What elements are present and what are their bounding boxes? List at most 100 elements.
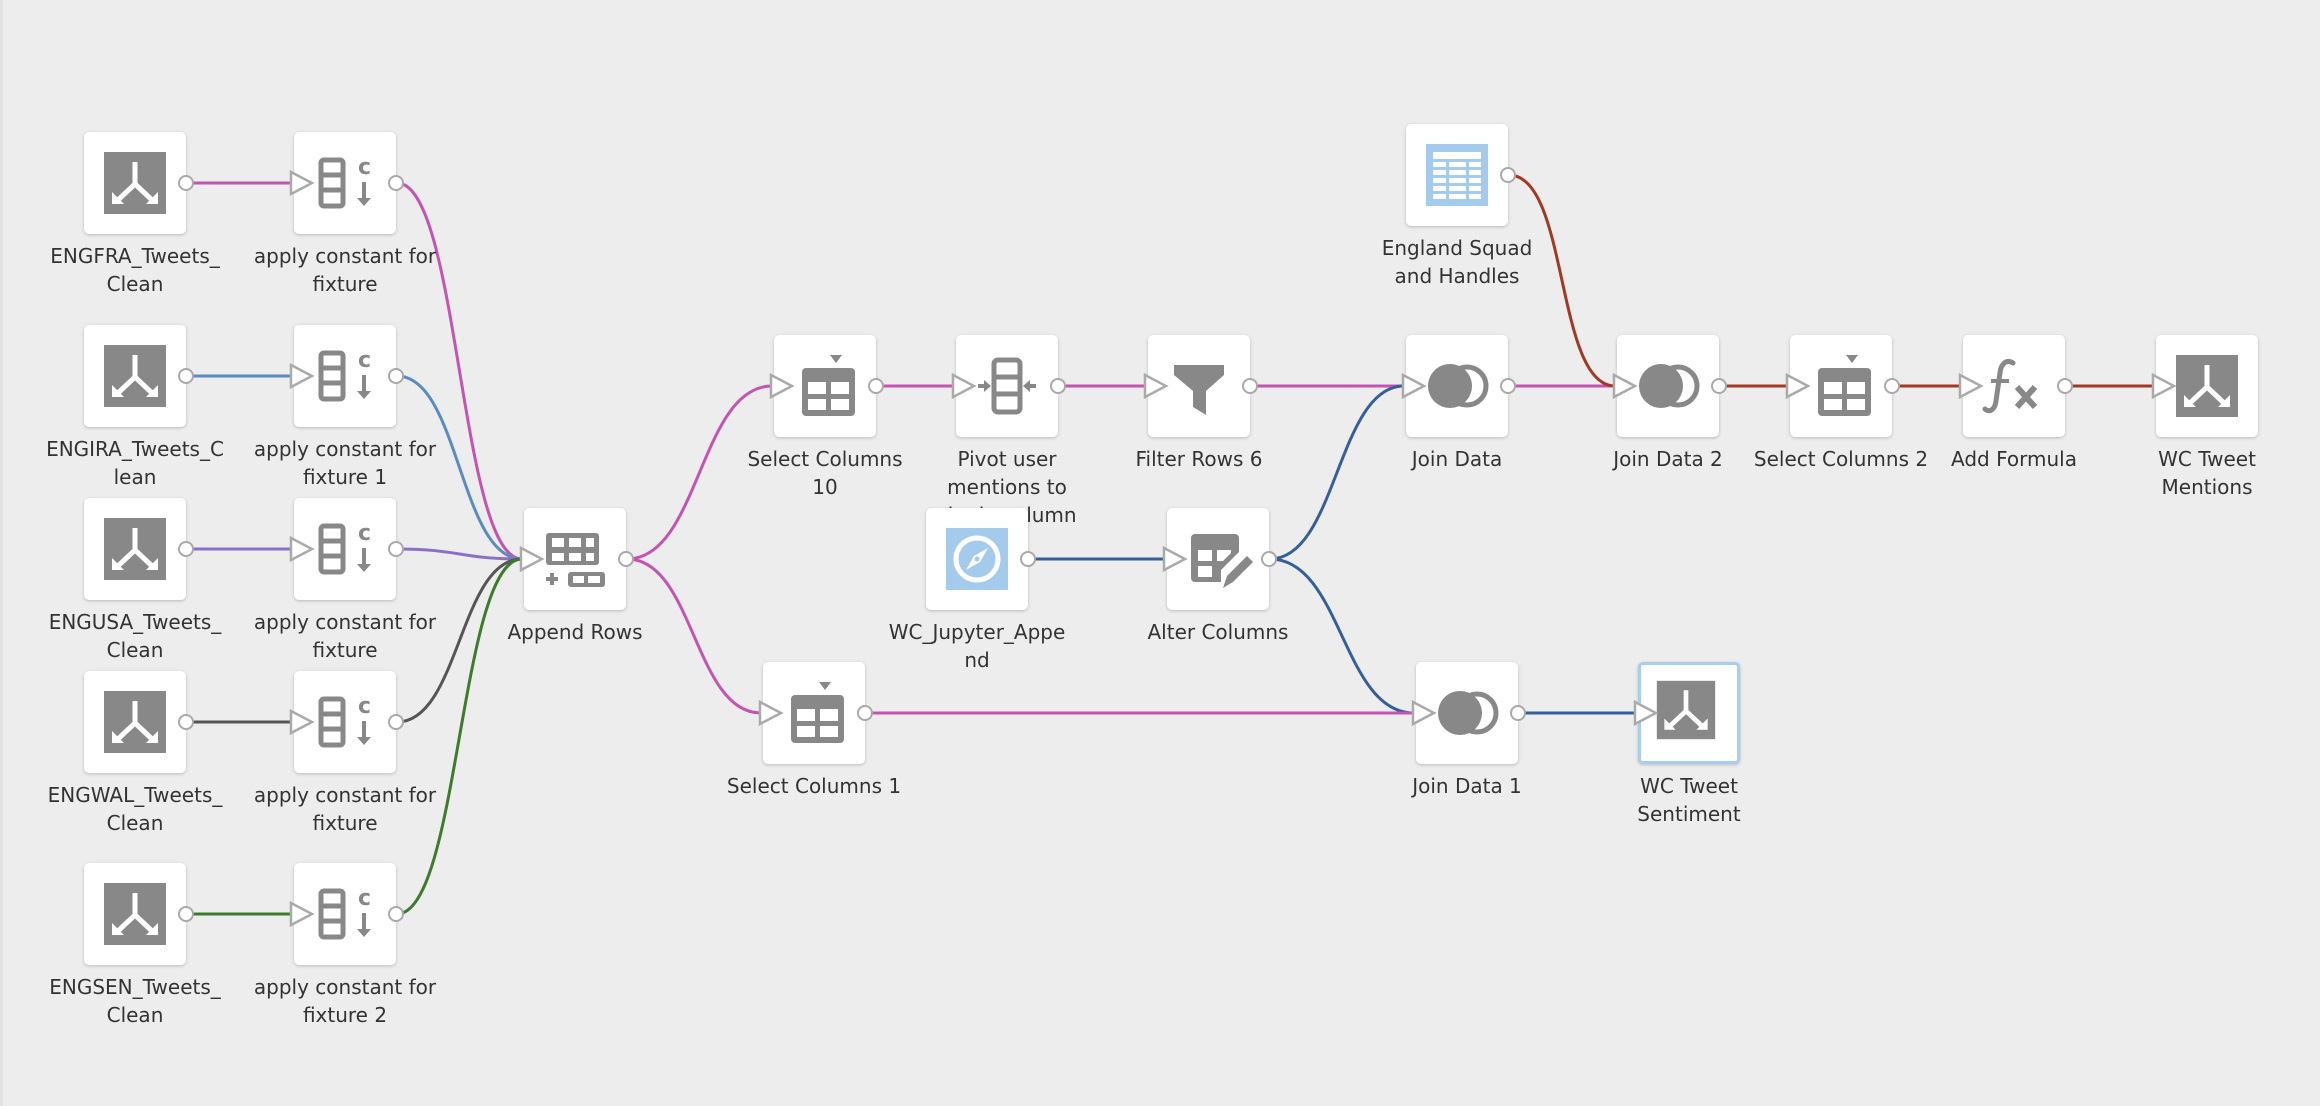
split-arrows-icon — [2176, 355, 2238, 417]
node-label: WC_Jupyter_Appe nd — [888, 620, 1066, 672]
formula-icon — [1982, 358, 2038, 414]
node-join[interactable] — [1406, 335, 1508, 437]
node-label: apply constant for fixture — [253, 244, 437, 296]
node-sentiment[interactable] — [1638, 662, 1740, 764]
node-label: apply constant for fixture 1 — [253, 437, 437, 489]
output-port-engfra[interactable] — [178, 175, 194, 191]
node-engwal[interactable] — [84, 671, 186, 773]
join-icon — [1438, 691, 1499, 735]
edge-const1-to-append[interactable] — [396, 181, 523, 561]
node-label: England Squad and Handles — [1381, 236, 1533, 288]
node-label: Join Data 2 — [1613, 447, 1723, 471]
node-label: Add Formula — [1951, 447, 2077, 471]
output-port-jupyter[interactable] — [1020, 551, 1036, 567]
node-sel10[interactable] — [774, 335, 876, 437]
output-port-formula[interactable] — [2057, 378, 2073, 394]
alter-columns-icon — [1191, 534, 1253, 588]
node-filter[interactable] — [1148, 335, 1250, 437]
split-arrows-icon — [104, 691, 166, 753]
node-label: ENGIRA_Tweets_C lean — [46, 437, 224, 489]
select-columns-icon — [791, 682, 844, 743]
node-const3[interactable]: c — [294, 498, 396, 600]
node-label: WC Tweet Sentiment — [1637, 774, 1741, 826]
node-join2[interactable] — [1617, 335, 1719, 437]
node-engusa[interactable] — [84, 498, 186, 600]
node-const5[interactable]: c — [294, 863, 396, 965]
output-port-sel10[interactable] — [868, 378, 884, 394]
output-port-append[interactable] — [618, 551, 634, 567]
output-port-const2[interactable] — [388, 368, 404, 384]
constant-column-icon: c — [318, 694, 371, 748]
node-sel2[interactable] — [1790, 335, 1892, 437]
node-label: Alter Columns — [1147, 620, 1289, 644]
node-label: Append Rows — [507, 620, 643, 644]
node-engsen[interactable] — [84, 863, 186, 965]
compass-icon — [946, 528, 1008, 590]
split-arrows-icon — [104, 518, 166, 580]
split-arrows-icon — [104, 883, 166, 945]
node-engira[interactable] — [84, 325, 186, 427]
join-icon — [1639, 364, 1700, 408]
node-label: apply constant for fixture 2 — [253, 975, 437, 1027]
node-label: Select Columns 10 — [747, 447, 903, 499]
node-label: Select Columns 2 — [1753, 447, 1929, 471]
node-label: apply constant for fixture — [253, 783, 437, 835]
svg-text:c: c — [358, 155, 371, 180]
svg-text:c: c — [358, 521, 371, 546]
split-arrows-icon — [104, 345, 166, 407]
node-pivot[interactable] — [956, 335, 1058, 437]
node-alter[interactable] — [1167, 508, 1269, 610]
split-arrows-icon — [1656, 680, 1716, 740]
output-port-engira[interactable] — [178, 368, 194, 384]
output-port-const5[interactable] — [388, 906, 404, 922]
output-port-pivot[interactable] — [1050, 378, 1066, 394]
select-columns-icon — [802, 355, 855, 416]
node-const2[interactable]: c — [294, 325, 396, 427]
output-port-const1[interactable] — [388, 175, 404, 191]
svg-text:c: c — [358, 886, 371, 911]
node-join1[interactable] — [1416, 662, 1518, 764]
node-append[interactable] — [524, 508, 626, 610]
node-label: ENGFRA_Tweets_ Clean — [50, 244, 220, 296]
node-sel1[interactable] — [763, 662, 865, 764]
node-label: Join Data — [1411, 447, 1503, 471]
output-port-join2[interactable] — [1711, 378, 1727, 394]
node-const1[interactable]: c — [294, 132, 396, 234]
output-port-const3[interactable] — [388, 541, 404, 557]
output-port-join[interactable] — [1500, 378, 1516, 394]
output-port-const4[interactable] — [388, 714, 404, 730]
output-port-filter[interactable] — [1242, 378, 1258, 394]
flow-canvas[interactable]: ENGFRA_Tweets_ Clean ENGIRA_Tweets_C lea… — [0, 0, 2320, 1106]
select-columns-icon — [1818, 355, 1871, 416]
node-label: Join Data 1 — [1412, 774, 1522, 798]
svg-text:c: c — [358, 348, 371, 373]
output-port-squad[interactable] — [1500, 167, 1516, 183]
spreadsheet-icon — [1426, 144, 1488, 206]
join-icon — [1428, 364, 1489, 408]
split-arrows-icon — [104, 152, 166, 214]
svg-text:c: c — [358, 694, 371, 719]
node-formula[interactable] — [1963, 335, 2065, 437]
output-port-alter[interactable] — [1261, 551, 1277, 567]
constant-column-icon: c — [318, 348, 371, 402]
node-label: apply constant for fixture — [253, 610, 437, 662]
filter-icon — [1174, 365, 1224, 415]
output-port-join1[interactable] — [1510, 705, 1526, 721]
output-port-sel2[interactable] — [1884, 378, 1900, 394]
constant-column-icon: c — [318, 521, 371, 575]
output-port-sel1[interactable] — [857, 705, 873, 721]
node-label: ENGWAL_Tweets_ Clean — [47, 783, 223, 835]
node-mentions[interactable] — [2156, 335, 2258, 437]
node-label: Filter Rows 6 — [1135, 447, 1263, 471]
node-squad[interactable] — [1406, 124, 1508, 226]
output-port-engsen[interactable] — [178, 906, 194, 922]
output-port-engusa[interactable] — [178, 541, 194, 557]
node-label: Select Columns 1 — [726, 774, 902, 798]
node-label: ENGSEN_Tweets_ Clean — [49, 975, 221, 1027]
append-rows-icon — [546, 533, 605, 587]
node-jupyter[interactable] — [926, 508, 1028, 610]
constant-column-icon: c — [318, 886, 371, 940]
node-const4[interactable]: c — [294, 671, 396, 773]
node-engfra[interactable] — [84, 132, 186, 234]
output-port-engwal[interactable] — [178, 714, 194, 730]
